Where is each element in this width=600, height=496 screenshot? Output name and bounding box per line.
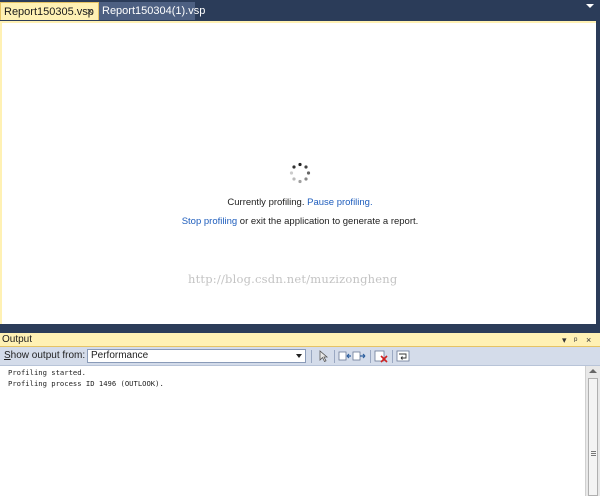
- panel-splitter[interactable]: [0, 324, 600, 333]
- output-toolbar: Show output from: Performance: [0, 347, 600, 366]
- scrollbar-thumb[interactable]: [588, 378, 598, 496]
- stop-suffix-text: or exit the application to generate a re…: [239, 216, 419, 227]
- grip-line: [591, 453, 596, 454]
- selected-source: Performance: [91, 350, 149, 361]
- show-output-from-label: Show output from:: [4, 350, 85, 361]
- status-text: Currently profiling.: [227, 197, 305, 208]
- stop-instructions: Stop profiling or exit the application t…: [2, 216, 598, 227]
- accesskey-letter: S: [4, 350, 11, 361]
- output-title-bar: Output ▾ ᵖ ×: [0, 333, 600, 347]
- toolbar-separator: [334, 350, 335, 363]
- output-source-select[interactable]: Performance: [87, 349, 306, 363]
- grip-line: [591, 455, 596, 456]
- stop-profiling-link[interactable]: Stop profiling: [182, 216, 237, 227]
- watermark-text: http://blog.csdn.net/muzizongheng: [188, 272, 398, 286]
- toggle-word-wrap-icon[interactable]: [396, 349, 410, 363]
- go-to-location-icon[interactable]: [316, 349, 330, 363]
- tab-label: Report150305.vsp: [4, 6, 94, 18]
- document-tab-strip: Report150305.vsp × Report150304(1).vsp: [0, 0, 600, 21]
- clear-all-icon[interactable]: [374, 349, 388, 363]
- output-line: Profiling process ID 1496 (OUTLOOK).: [8, 379, 164, 388]
- window-position-icon[interactable]: ▾: [562, 333, 567, 347]
- toolbar-separator: [392, 350, 393, 363]
- pause-profiling-link[interactable]: Pause profiling.: [307, 197, 372, 208]
- close-icon[interactable]: ×: [87, 3, 93, 21]
- scroll-up-arrow-icon[interactable]: [589, 369, 597, 373]
- auto-hide-pin-icon[interactable]: ᵖ: [574, 333, 577, 347]
- next-message-icon[interactable]: [352, 349, 366, 363]
- tab-report150305[interactable]: Report150305.vsp ×: [0, 2, 99, 20]
- tab-list-dropdown-icon[interactable]: [586, 4, 594, 8]
- label-rest: how output from:: [10, 350, 86, 361]
- output-text-area[interactable]: Profiling started. Profiling process ID …: [0, 366, 585, 496]
- previous-message-icon[interactable]: [338, 349, 352, 363]
- vertical-scrollbar[interactable]: [585, 366, 600, 496]
- toolbar-separator: [370, 350, 371, 363]
- output-line: Profiling started.: [8, 368, 86, 377]
- chevron-down-icon: [296, 354, 302, 358]
- profiling-document: Currently profiling. Pause profiling. St…: [0, 21, 596, 324]
- tab-report150304-1[interactable]: Report150304(1).vsp: [99, 2, 205, 20]
- output-panel: Output ▾ ᵖ × Show output from: Performan…: [0, 333, 600, 496]
- tab-label: Report150304(1).vsp: [102, 5, 206, 17]
- busy-spinner-icon: [289, 162, 311, 184]
- profiling-status: Currently profiling. Pause profiling.: [2, 197, 598, 208]
- output-title: Output: [2, 334, 33, 345]
- close-icon[interactable]: ×: [586, 333, 591, 347]
- toolbar-separator: [311, 350, 312, 363]
- grip-line: [591, 451, 596, 452]
